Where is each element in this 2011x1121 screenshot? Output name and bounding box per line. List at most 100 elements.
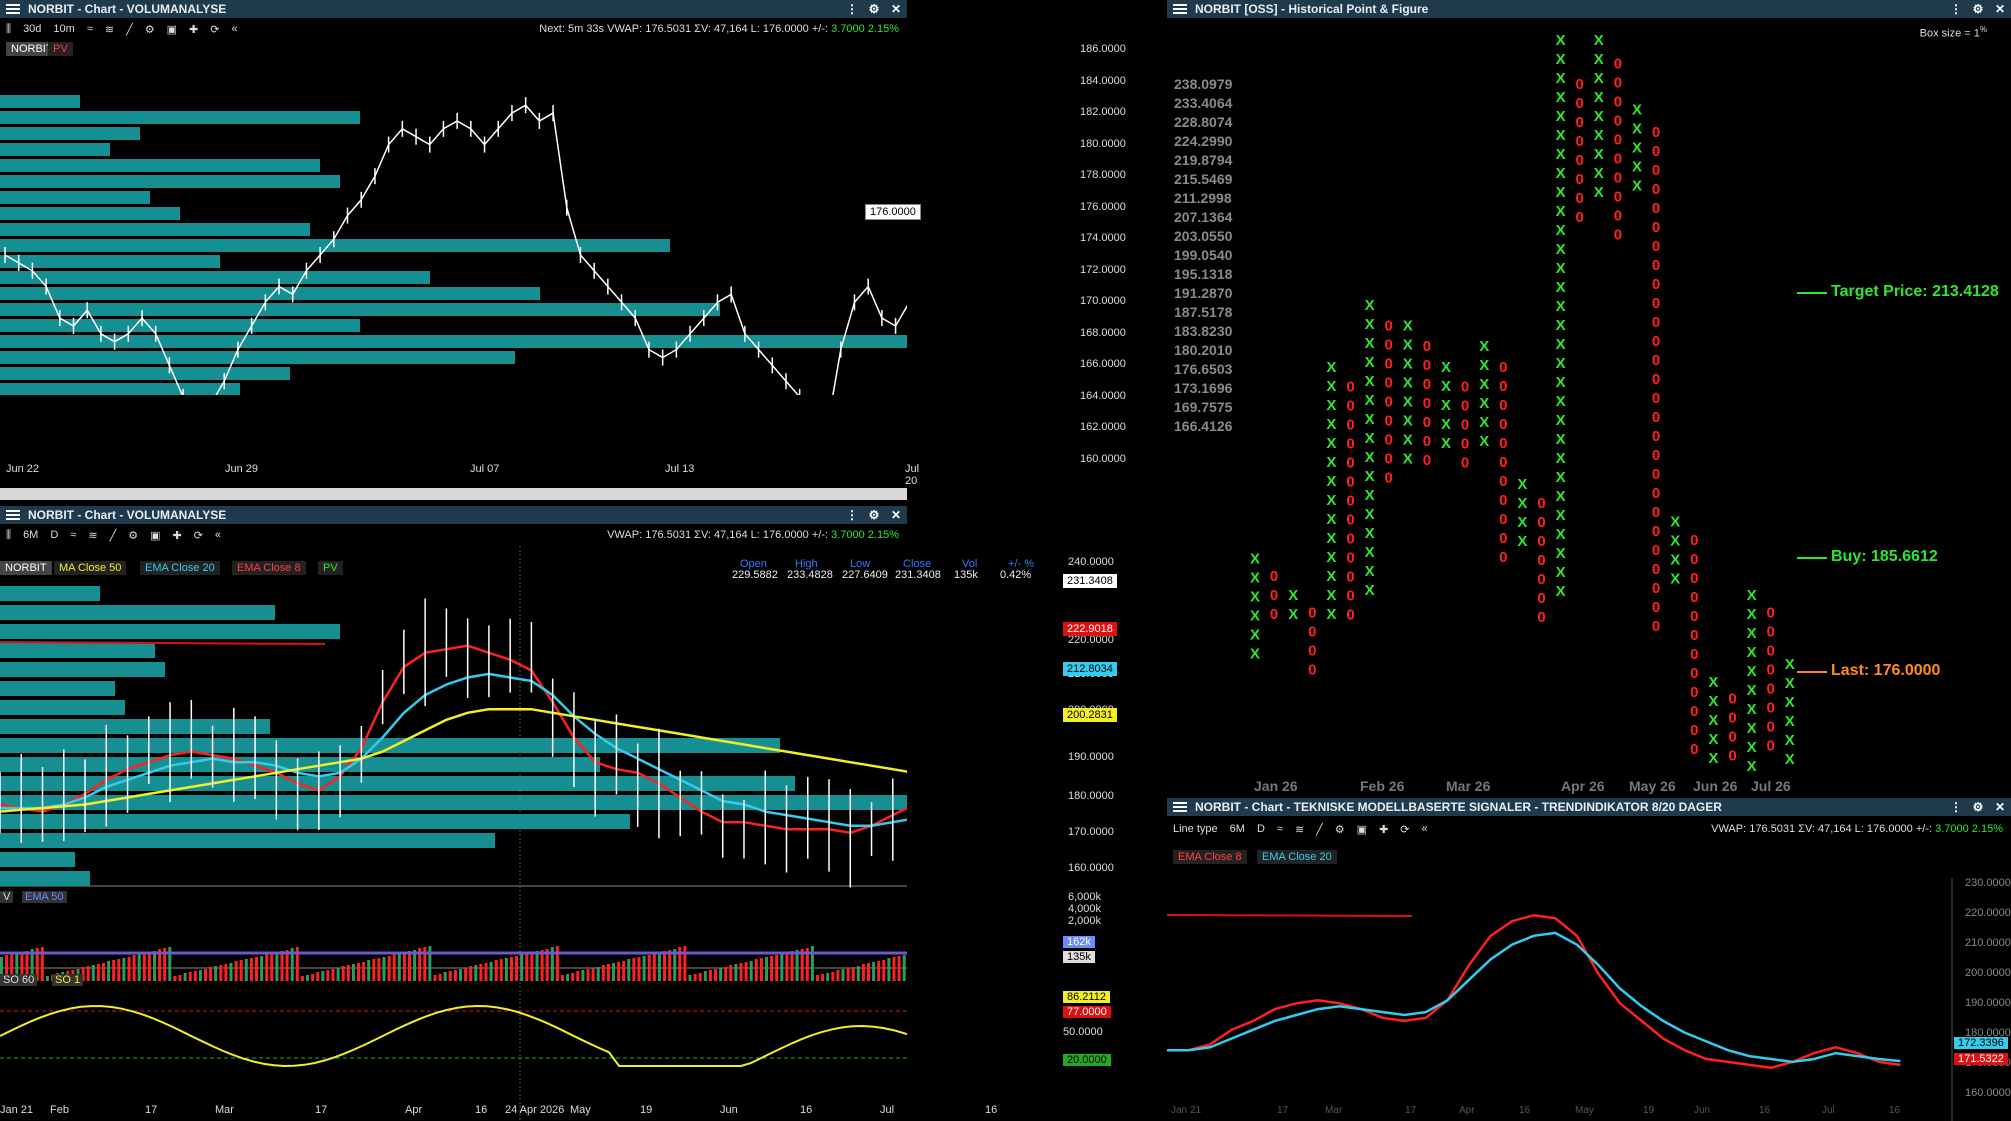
pf-x-mark: X [1747,682,1757,699]
pf-x-mark: X [1747,758,1757,775]
pf-x-mark: X [1479,357,1489,374]
pf-o-mark: 0 [1461,435,1469,452]
pf-x-mark: X [1326,454,1336,471]
volume-bar [591,968,595,981]
pf-o-mark: 0 [1270,606,1278,623]
intraday-price-plot[interactable] [0,0,907,395]
pf-x-mark: X [1594,51,1604,68]
pf-o-mark: 0 [1652,504,1660,521]
volume-bar [846,968,850,981]
pf-x-mark: X [1556,260,1566,277]
stoch-tag-1: SO 1 [52,974,84,986]
pf-o-mark: 0 [1652,276,1660,293]
pf-x-mark: X [1326,378,1336,395]
pf-x-mark: X [1441,359,1451,376]
pf-x-mark: X [1670,532,1680,549]
pf-o-mark: 0 [1537,533,1545,550]
volume-bar [280,951,284,981]
volume-bar [377,958,381,981]
volume-bar [734,964,738,981]
y-tick-label: 178.0000 [1080,169,1126,182]
pf-x-mark: X [1708,731,1718,748]
pf-y-tick: 211.2998 [1174,190,1232,206]
pf-x-mark: X [1747,720,1757,737]
pf-x-mark: X [1556,564,1566,581]
pf-x-mark: X [1747,739,1757,756]
pf-o-mark: 0 [1767,604,1775,621]
pf-x-tick: Feb 26 [1360,778,1405,794]
pf-o-mark: 0 [1652,409,1660,426]
pf-o-mark: 0 [1537,571,1545,588]
y-tick-label: 182.0000 [1080,106,1126,119]
pf-o-mark: 0 [1346,587,1354,604]
volume-bar [836,970,840,981]
pf-x-mark: X [1556,203,1566,220]
pf-x-tick: Jul 26 [1751,778,1791,794]
pf-o-mark: 0 [1308,604,1316,621]
y-tick-label: 190.0000 [1965,997,2011,1009]
pf-x-mark: X [1326,511,1336,528]
volume-bar [234,961,238,981]
x-tick-label: Jul 07 [470,463,500,475]
volume-bar [474,965,478,981]
volume-profile-bar [0,127,140,140]
volume-label-ema: 162k [1063,936,1095,948]
y-tick-label: 240.0000 [1068,556,1114,568]
pf-o-mark: 0 [1346,530,1354,547]
y-tick-label: 174.0000 [1080,232,1126,245]
volume-bar [270,953,274,981]
volume-bar [484,963,488,981]
volume-bar [535,951,539,981]
pf-o-mark: 0 [1614,207,1622,224]
horizontal-scrollbar-track[interactable] [0,488,907,500]
volume-bar [107,961,111,981]
volume-bar [795,950,799,981]
pf-x-mark: X [1326,530,1336,547]
pf-o-mark: 0 [1385,470,1393,487]
pf-x-mark: X [1326,473,1336,490]
pf-o-mark: 0 [1652,618,1660,635]
volume-profile-bar [0,303,720,316]
pf-x-mark: X [1785,713,1795,730]
volume-bar [178,975,182,981]
pf-o-mark: 0 [1614,226,1622,243]
pf-o-mark: 0 [1346,511,1354,528]
y-tick-label: 210.0000 [1965,937,2011,949]
pf-x-mark: X [1556,298,1566,315]
stoch-level-label: 50.0000 [1063,1026,1103,1038]
volume-bar [249,958,253,981]
pf-o-mark: 0 [1423,376,1431,393]
volume-bar [331,969,335,981]
pf-o-mark: 0 [1499,530,1507,547]
volume-bar [596,967,600,981]
pf-x-mark: X [1632,139,1642,156]
pf-o-mark: 0 [1652,523,1660,540]
y-tick-label: 200.0000 [1965,967,2011,979]
volume-profile-bar [0,287,540,300]
pf-x-tick: May 26 [1629,778,1676,794]
y-tick-label: 230.0000 [1965,877,2011,889]
pf-o-mark: 0 [1499,454,1507,471]
pf-x-tick: Jan 26 [1254,778,1298,794]
intraday-chart-panel: NORBIT - Chart - VOLUMANALYSE ⋮ ⚙ ✕ ⫼ 30… [0,0,1126,487]
trend-plot[interactable] [1167,798,2011,1121]
pf-o-mark: 0 [1499,397,1507,414]
daily-price-plot[interactable] [0,506,907,1121]
pf-x-mark: X [1326,549,1336,566]
pf-o-mark: 0 [1499,359,1507,376]
volume-bar [408,951,411,981]
volume-bar [346,965,350,981]
volume-bar [790,951,794,981]
pf-o-mark: 0 [1385,356,1393,373]
volume-bar [229,963,233,981]
pf-o-mark: 0 [1652,257,1660,274]
pf-last-label: Last: 176.0000 [1831,662,1941,679]
stoch-level-label: 86.2112 [1063,991,1110,1003]
volume-bar [142,953,146,981]
pf-x-mark: X [1479,414,1489,431]
pf-x-mark: X [1556,222,1566,239]
volume-profile-bar [0,143,110,156]
pf-o-mark: 0 [1728,747,1736,764]
pf-o-mark: 0 [1423,414,1431,431]
volume-label-last: 135k [1063,951,1095,963]
